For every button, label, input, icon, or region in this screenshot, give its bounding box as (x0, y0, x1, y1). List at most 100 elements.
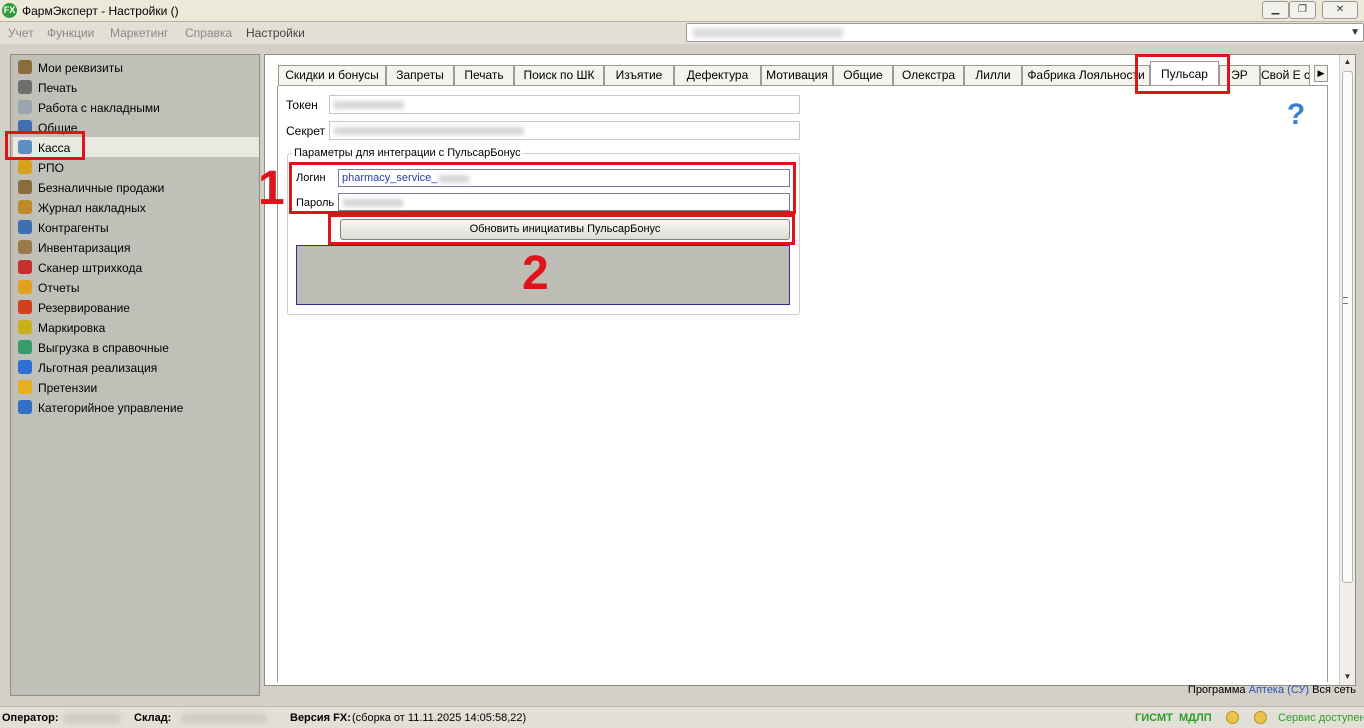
status-indicator-icon (1254, 711, 1267, 724)
program-info: Программа Аптека (СУ) Вся сеть (1188, 684, 1356, 696)
version-value: (сборка от 11.11.2025 14:05:58,22) (352, 712, 527, 724)
tab-item[interactable]: Свой Е com (1260, 65, 1310, 86)
operator-value (64, 712, 120, 724)
warehouse-value (182, 712, 266, 724)
redacted-text (693, 28, 843, 38)
help-icon[interactable]: ? (1284, 99, 1308, 131)
contacts-icon (18, 220, 32, 234)
tab-item[interactable]: Печать (454, 65, 514, 86)
program-suffix: Вся сеть (1312, 684, 1356, 696)
sidebar-item-label: Претензии (38, 381, 98, 395)
redacted-text (334, 127, 524, 135)
group-title: Параметры для интеграции с ПульсарБонус (292, 147, 523, 159)
sidebar-item-label: Сканер штрихкода (38, 261, 143, 275)
service-status: Сервис доступен (1278, 712, 1364, 724)
upload-icon (18, 340, 32, 354)
barcode-icon (18, 260, 32, 274)
sidebar-item[interactable]: Инвентаризация (13, 237, 259, 257)
tab-scroll-right-icon[interactable]: ▶ (1314, 65, 1328, 82)
sidebar-item[interactable]: Печать (13, 77, 259, 97)
journal-icon (18, 200, 32, 214)
mdlp-status: МДЛП (1179, 712, 1212, 724)
status-indicator-icon (1226, 711, 1239, 724)
chart-icon (18, 280, 32, 294)
version-label: Версия FX: (290, 712, 351, 724)
menu-marketing[interactable]: Маркетинг (110, 26, 168, 40)
token-label: Токен (286, 98, 318, 112)
sidebar-item-label: Маркировка (38, 321, 106, 335)
menu-settings[interactable]: Настройки (246, 26, 305, 40)
menu-functions[interactable]: Функции (47, 26, 94, 40)
scroll-down-icon[interactable]: ▼ (1340, 670, 1355, 684)
scroll-up-icon[interactable]: ▲ (1340, 55, 1355, 69)
window-title: ФармЭксперт - Настройки () (22, 4, 179, 18)
sidebar-item[interactable]: Выгрузка в справочные (13, 337, 259, 357)
vertical-scrollbar[interactable]: ▲ ▼ (1339, 55, 1355, 685)
sidebar-item[interactable]: Маркировка (13, 317, 259, 337)
menu-help[interactable]: Справка (185, 26, 232, 40)
sidebar-item[interactable]: РПО (13, 157, 259, 177)
token-input[interactable] (329, 95, 800, 114)
sidebar-item[interactable]: Контрагенты (13, 217, 259, 237)
sidebar-item[interactable]: Льготная реализация (13, 357, 259, 377)
warehouse-label: Склад: (134, 712, 172, 724)
annotation-update-button-highlight (328, 214, 795, 245)
sidebar-item-label: Журнал накладных (38, 201, 146, 215)
medal-icon (18, 160, 32, 174)
program-link[interactable]: Аптека (СУ) (1249, 684, 1309, 696)
document-icon (18, 100, 32, 114)
card-icon (18, 180, 32, 194)
smile-icon (18, 380, 32, 394)
sidebar-item-label: Инвентаризация (38, 241, 131, 255)
sidebar-item-label: РПО (38, 161, 64, 175)
sidebar-item-label: Безналичные продажи (38, 181, 165, 195)
tab-item[interactable]: Мотивация (761, 65, 833, 86)
tab-item[interactable]: Общие (833, 65, 893, 86)
sidebar-item-label: Мои реквизиты (38, 61, 123, 75)
sidebar-item-label: Резервирование (38, 301, 130, 315)
sidebar-item[interactable]: Безналичные продажи (13, 177, 259, 197)
sidebar-item-label: Выгрузка в справочные (38, 341, 169, 355)
sidebar-item-label: Печать (38, 81, 78, 95)
app-logo-icon: FX (2, 3, 17, 18)
sidebar-item[interactable]: Резервирование (13, 297, 259, 317)
sidebar-item[interactable]: Мои реквизиты (13, 57, 259, 77)
annotation-kassa-highlight (5, 131, 85, 160)
pharmacy-selector[interactable]: ▼ (686, 23, 1364, 42)
gismt-status: ГИСМТ (1135, 712, 1173, 724)
program-prefix: Программа (1187, 684, 1246, 696)
tab-item[interactable]: Дефектура (674, 65, 761, 86)
minimize-button[interactable]: ▁ (1262, 1, 1289, 19)
tab-item[interactable]: Изъятие (604, 65, 674, 86)
tab-item[interactable]: Запреты (386, 65, 454, 86)
sidebar-item-label: Льготная реализация (38, 361, 158, 375)
sidebar-item[interactable]: Журнал накладных (13, 197, 259, 217)
annotation-number-2: 2 (522, 247, 549, 300)
tab-item[interactable]: Лилли (964, 65, 1022, 86)
reserve-icon (18, 300, 32, 314)
person-icon (18, 60, 32, 74)
scroll-grip-icon (1343, 297, 1348, 304)
sidebar-item[interactable]: Сканер штрихкода (13, 257, 259, 277)
sidebar-item-label: Работа с накладными (38, 101, 160, 115)
tab-item[interactable]: Олекстра (893, 65, 964, 86)
category-icon (18, 400, 32, 414)
sidebar-item-label: Отчеты (38, 281, 80, 295)
close-button[interactable]: ✕ (1322, 1, 1358, 19)
secret-label: Секрет (286, 124, 326, 138)
tab-item[interactable]: Поиск по ШК (514, 65, 604, 86)
scroll-thumb[interactable] (1342, 71, 1353, 583)
menu-uchet[interactable]: Учет (8, 26, 34, 40)
sidebar-item[interactable]: Категорийное управление (13, 397, 259, 417)
sidebar-item[interactable]: Работа с накладными (13, 97, 259, 117)
dropdown-arrow-icon: ▼ (1350, 27, 1360, 38)
maximize-button[interactable]: ❐ (1289, 1, 1316, 19)
tab-item[interactable]: Скидки и бонусы (278, 65, 386, 86)
annotation-credentials-highlight (289, 162, 796, 214)
printer-icon (18, 80, 32, 94)
annotation-pulsar-tab-highlight (1135, 54, 1230, 94)
secret-input[interactable] (329, 121, 800, 140)
sidebar-item[interactable]: Претензии (13, 377, 259, 397)
sidebar-item[interactable]: Отчеты (13, 277, 259, 297)
tab-item[interactable]: Фабрика Лояльности (1022, 65, 1150, 86)
